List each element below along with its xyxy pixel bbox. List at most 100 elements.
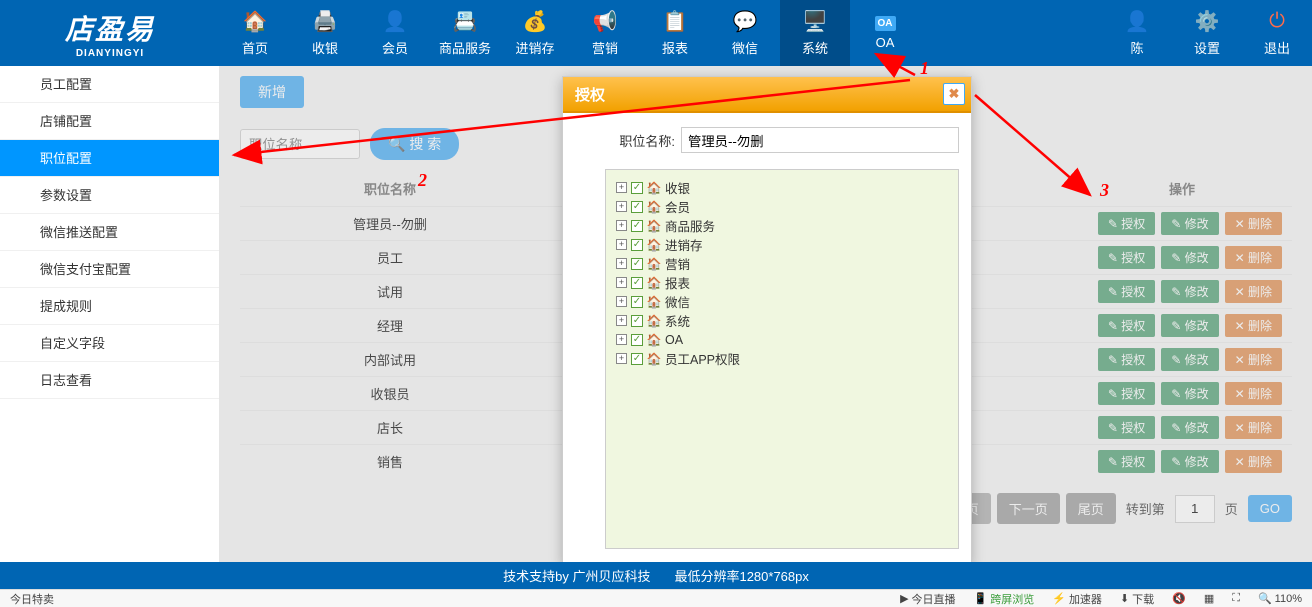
tree-label: OA xyxy=(665,333,683,347)
footer: 技术支持by 广州贝应科技 最低分辨率1280*768px xyxy=(0,562,1312,589)
browser-grid-icon[interactable]: ▦ xyxy=(1200,592,1218,605)
browser-cross[interactable]: 📱 跨屏浏览 xyxy=(970,591,1039,607)
expand-icon[interactable]: + xyxy=(616,182,627,193)
nav-right-陈[interactable]: 👤陈 xyxy=(1102,0,1172,66)
tree-node-商品服务[interactable]: + ✓ 🏠 商品服务 xyxy=(616,216,948,235)
nav-right: 👤陈⚙️设置⏻退出 xyxy=(1102,0,1312,66)
expand-icon[interactable]: + xyxy=(616,296,627,307)
position-name-input[interactable] xyxy=(681,127,959,153)
tree-node-会员[interactable]: + ✓ 🏠 会员 xyxy=(616,197,948,216)
checkbox-icon[interactable]: ✓ xyxy=(631,296,643,308)
home-icon: 🏠 xyxy=(647,238,661,252)
nav-OA[interactable]: OAOA xyxy=(850,0,920,66)
checkbox-icon[interactable]: ✓ xyxy=(631,315,643,327)
tree-node-营销[interactable]: + ✓ 🏠 营销 xyxy=(616,254,948,273)
tree-label: 会员 xyxy=(665,197,690,216)
browser-left[interactable]: 今日特卖 xyxy=(6,591,58,607)
nav-进销存[interactable]: 💰进销存 xyxy=(500,0,570,66)
modal-header: 授权 xyxy=(563,77,971,113)
nav-收银[interactable]: 🖨️收银 xyxy=(290,0,360,66)
checkbox-icon[interactable]: ✓ xyxy=(631,258,643,270)
top-nav: 店盈易 DIANYINGYI 🏠首页🖨️收银👤会员📇商品服务💰进销存📢营销📋报表… xyxy=(0,0,1312,66)
auth-modal: 授权 ✖ 职位名称: + ✓ 🏠 收银+ ✓ 🏠 会员+ ✓ 🏠 商品服务+ ✓… xyxy=(562,76,972,564)
tree-node-报表[interactable]: + ✓ 🏠 报表 xyxy=(616,273,948,292)
tree-label: 商品服务 xyxy=(665,216,715,235)
sidebar-item-职位配置[interactable]: 职位配置 xyxy=(0,140,219,177)
tree-label: 营销 xyxy=(665,254,690,273)
browser-accel[interactable]: ⚡ 加速器 xyxy=(1048,591,1106,607)
home-icon: 🏠 xyxy=(647,276,661,290)
checkbox-icon[interactable]: ✓ xyxy=(631,201,643,213)
expand-icon[interactable]: + xyxy=(616,315,627,326)
sidebar-item-微信推送配置[interactable]: 微信推送配置 xyxy=(0,214,219,251)
expand-icon[interactable]: + xyxy=(616,334,627,345)
expand-icon[interactable]: + xyxy=(616,277,627,288)
checkbox-icon[interactable]: ✓ xyxy=(631,334,643,346)
sidebar-item-提成规则[interactable]: 提成规则 xyxy=(0,288,219,325)
logo-en: DIANYINGYI xyxy=(76,48,144,59)
sidebar-item-日志查看[interactable]: 日志查看 xyxy=(0,362,219,399)
sidebar-item-参数设置[interactable]: 参数设置 xyxy=(0,177,219,214)
home-icon: 🏠 xyxy=(647,295,661,309)
nav-会员[interactable]: 👤会员 xyxy=(360,0,430,66)
sidebar-item-自定义字段[interactable]: 自定义字段 xyxy=(0,325,219,362)
tree-node-微信[interactable]: + ✓ 🏠 微信 xyxy=(616,292,948,311)
expand-icon[interactable]: + xyxy=(616,353,627,364)
tree-node-系统[interactable]: + ✓ 🏠 系统 xyxy=(616,311,948,330)
tree-label: 微信 xyxy=(665,292,690,311)
nav-系统[interactable]: 🖥️系统 xyxy=(780,0,850,66)
nav-首页[interactable]: 🏠首页 xyxy=(220,0,290,66)
expand-icon[interactable]: + xyxy=(616,239,627,250)
nav-items: 🏠首页🖨️收银👤会员📇商品服务💰进销存📢营销📋报表💬微信🖥️系统OAOA xyxy=(220,0,1102,66)
checkbox-icon[interactable]: ✓ xyxy=(631,182,643,194)
home-icon: 🏠 xyxy=(647,219,661,233)
browser-mute-icon[interactable]: 🔇 xyxy=(1168,592,1190,605)
tree-node-收银[interactable]: + ✓ 🏠 收银 xyxy=(616,178,948,197)
nav-微信[interactable]: 💬微信 xyxy=(710,0,780,66)
modal-close-button[interactable]: ✖ xyxy=(943,83,965,105)
expand-icon[interactable]: + xyxy=(616,258,627,269)
browser-live[interactable]: ▶ 今日直播 xyxy=(896,591,959,607)
logo-cn: 店盈易 xyxy=(65,8,155,48)
checkbox-icon[interactable]: ✓ xyxy=(631,353,643,365)
modal-title: 授权 xyxy=(575,84,605,105)
tree-node-员工APP权限[interactable]: + ✓ 🏠 员工APP权限 xyxy=(616,349,948,368)
tree-label: 报表 xyxy=(665,273,690,292)
home-icon: 🏠 xyxy=(647,333,661,347)
home-icon: 🏠 xyxy=(647,181,661,195)
tree-node-进销存[interactable]: + ✓ 🏠 进销存 xyxy=(616,235,948,254)
expand-icon[interactable]: + xyxy=(616,220,627,231)
sidebar-item-员工配置[interactable]: 员工配置 xyxy=(0,66,219,103)
home-icon: 🏠 xyxy=(647,200,661,214)
tree-label: 员工APP权限 xyxy=(665,349,740,368)
permission-tree[interactable]: + ✓ 🏠 收银+ ✓ 🏠 会员+ ✓ 🏠 商品服务+ ✓ 🏠 进销存+ ✓ 🏠… xyxy=(605,169,959,549)
logo: 店盈易 DIANYINGYI xyxy=(0,0,220,66)
expand-icon[interactable]: + xyxy=(616,201,627,212)
sidebar: 员工配置店铺配置职位配置参数设置微信推送配置微信支付宝配置提成规则自定义字段日志… xyxy=(0,66,220,562)
checkbox-icon[interactable]: ✓ xyxy=(631,277,643,289)
nav-报表[interactable]: 📋报表 xyxy=(640,0,710,66)
browser-download[interactable]: ⬇ 下载 xyxy=(1116,591,1158,607)
modal-body: 职位名称: + ✓ 🏠 收银+ ✓ 🏠 会员+ ✓ 🏠 商品服务+ ✓ 🏠 进销… xyxy=(563,113,971,563)
checkbox-icon[interactable]: ✓ xyxy=(631,239,643,251)
nav-营销[interactable]: 📢营销 xyxy=(570,0,640,66)
footer-support: 技术支持by 广州贝应科技 xyxy=(503,566,650,585)
tree-node-OA[interactable]: + ✓ 🏠 OA xyxy=(616,330,948,349)
field-label: 职位名称: xyxy=(575,131,675,150)
nav-right-设置[interactable]: ⚙️设置 xyxy=(1172,0,1242,66)
tree-label: 进销存 xyxy=(665,235,703,254)
home-icon: 🏠 xyxy=(647,352,661,366)
sidebar-item-店铺配置[interactable]: 店铺配置 xyxy=(0,103,219,140)
home-icon: 🏠 xyxy=(647,257,661,271)
tree-label: 收银 xyxy=(665,178,690,197)
home-icon: 🏠 xyxy=(647,314,661,328)
tree-label: 系统 xyxy=(665,311,690,330)
footer-res: 最低分辨率1280*768px xyxy=(674,566,808,585)
browser-expand-icon[interactable]: ⛶ xyxy=(1228,592,1244,605)
sidebar-item-微信支付宝配置[interactable]: 微信支付宝配置 xyxy=(0,251,219,288)
checkbox-icon[interactable]: ✓ xyxy=(631,220,643,232)
nav-right-退出[interactable]: ⏻退出 xyxy=(1242,0,1312,66)
nav-商品服务[interactable]: 📇商品服务 xyxy=(430,0,500,66)
browser-zoom[interactable]: 🔍 110% xyxy=(1254,592,1306,605)
field-row: 职位名称: xyxy=(575,123,959,157)
